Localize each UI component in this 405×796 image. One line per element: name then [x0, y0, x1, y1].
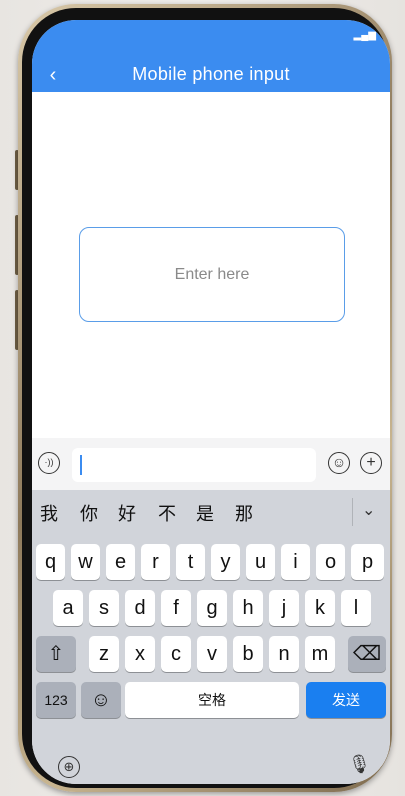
- keyboard-toolbar: ·)) ☺ +: [32, 438, 390, 490]
- voice-input-icon[interactable]: ·)): [38, 452, 60, 474]
- text-caret: [80, 455, 82, 475]
- key-t[interactable]: t: [176, 544, 205, 580]
- globe-icon[interactable]: ⊕: [58, 756, 80, 778]
- candidate-word[interactable]: 你: [80, 500, 98, 526]
- key-e[interactable]: e: [106, 544, 135, 580]
- key-z[interactable]: z: [89, 636, 119, 672]
- phone-screen: ▂▄▆ ‹ Mobile phone input Enter here ·)) …: [32, 20, 390, 784]
- key-o[interactable]: o: [316, 544, 345, 580]
- key-g[interactable]: g: [197, 590, 227, 626]
- key-u[interactable]: u: [246, 544, 275, 580]
- key-r[interactable]: r: [141, 544, 170, 580]
- candidate-word[interactable]: 是: [196, 500, 214, 526]
- key-p[interactable]: p: [351, 544, 384, 580]
- key-a[interactable]: a: [53, 590, 83, 626]
- candidate-word[interactable]: 那: [235, 500, 253, 526]
- page-title: Mobile phone input: [132, 64, 290, 84]
- emoji-icon[interactable]: ☺: [328, 452, 350, 474]
- candidate-divider: [352, 498, 353, 526]
- signal-icon: ▂▄▆: [353, 30, 376, 41]
- collapse-candidates-icon[interactable]: ⌄: [362, 500, 375, 520]
- send-key[interactable]: 发送: [306, 682, 386, 718]
- microphone-icon[interactable]: 🎙︎: [348, 754, 371, 778]
- key-s[interactable]: s: [89, 590, 119, 626]
- key-j[interactable]: j: [269, 590, 299, 626]
- numbers-key[interactable]: 123: [36, 682, 76, 718]
- key-q[interactable]: q: [36, 544, 65, 580]
- key-b[interactable]: b: [233, 636, 263, 672]
- candidate-word[interactable]: 不: [158, 500, 176, 526]
- key-n[interactable]: n: [269, 636, 299, 672]
- app-header: ▂▄▆ ‹ Mobile phone input: [32, 20, 390, 92]
- key-i[interactable]: i: [281, 544, 310, 580]
- key-k[interactable]: k: [305, 590, 335, 626]
- key-c[interactable]: c: [161, 636, 191, 672]
- key-w[interactable]: w: [71, 544, 100, 580]
- shift-key[interactable]: ⇧: [36, 636, 76, 672]
- key-h[interactable]: h: [233, 590, 263, 626]
- key-d[interactable]: d: [125, 590, 155, 626]
- emoji-key[interactable]: ☺: [81, 682, 121, 718]
- input-placeholder: Enter here: [174, 265, 250, 283]
- plus-icon[interactable]: +: [360, 452, 382, 474]
- backspace-key[interactable]: ⌫: [348, 636, 386, 672]
- space-key[interactable]: 空格: [125, 682, 299, 718]
- candidate-bar: 我 你 好 不 是 那 ⌄: [32, 490, 390, 532]
- candidate-word[interactable]: 好: [118, 500, 136, 526]
- keyboard: ·)) ☺ + 我 你 好 不 是 那 ⌄ q w e r t y u i o …: [32, 438, 390, 784]
- key-y[interactable]: y: [211, 544, 240, 580]
- key-v[interactable]: v: [197, 636, 227, 672]
- key-x[interactable]: x: [125, 636, 155, 672]
- key-m[interactable]: m: [305, 636, 335, 672]
- candidate-word[interactable]: 我: [40, 500, 58, 526]
- compose-field[interactable]: [72, 448, 316, 482]
- phone-input-field[interactable]: Enter here: [79, 227, 345, 322]
- key-f[interactable]: f: [161, 590, 191, 626]
- key-l[interactable]: l: [341, 590, 371, 626]
